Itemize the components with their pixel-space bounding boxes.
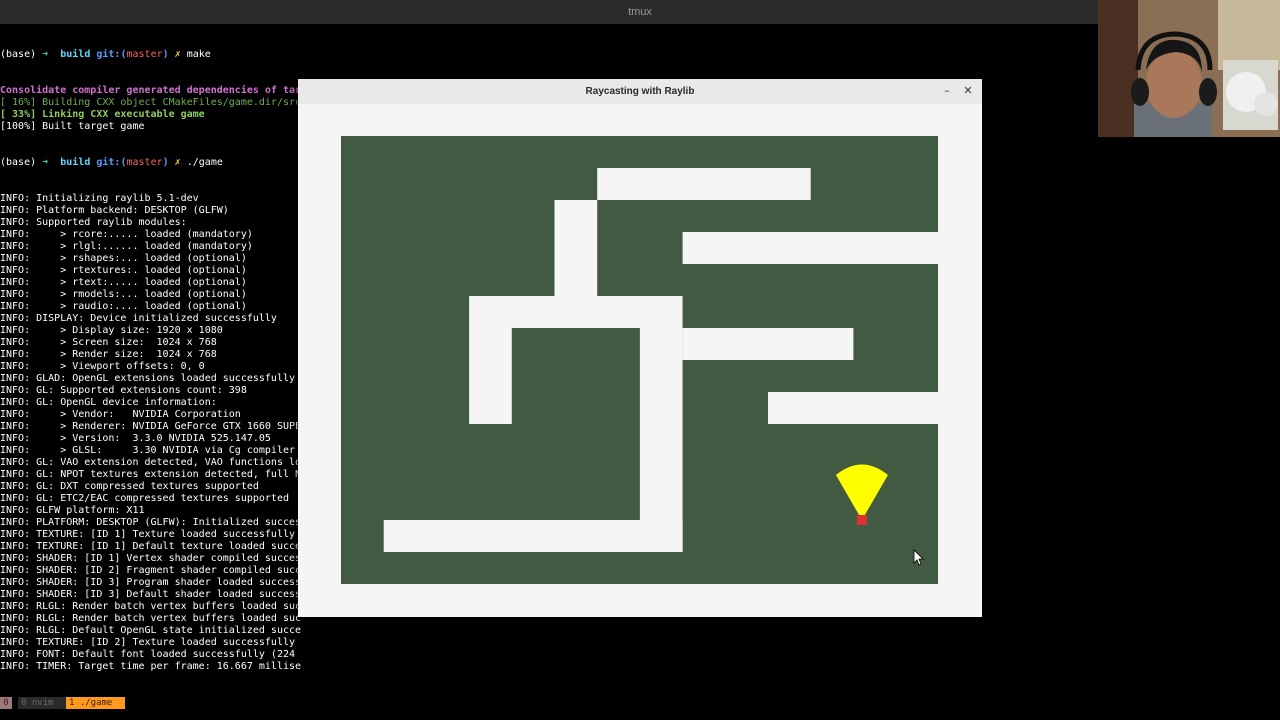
maze-wall <box>554 200 598 296</box>
log-line: INFO: RLGL: Default OpenGL state initial… <box>0 625 302 636</box>
prompt-line-1: (base) ➜ build git:(master) ✗ make <box>0 49 211 60</box>
tmux-window-game[interactable]: 1 ./game <box>66 697 125 709</box>
maze-wall <box>768 392 939 424</box>
log-line: INFO: TEXTURE: [ID 2] Texture loaded suc… <box>0 637 296 648</box>
maze-wall <box>682 232 939 264</box>
tmux-title: tmux <box>628 6 652 18</box>
game-window-titlebar[interactable]: Raycasting with Raylib – ✕ <box>298 79 982 105</box>
tmux-session-label: 0 <box>0 697 12 709</box>
maze-wall <box>469 296 683 328</box>
webcam-image <box>1098 0 1280 137</box>
maze-wall <box>639 328 683 552</box>
game-canvas[interactable] <box>298 104 982 617</box>
raylib-window[interactable]: Raycasting with Raylib – ✕ <box>298 79 982 617</box>
log-line: INFO: TIMER: Target time per frame: 16.6… <box>0 661 302 672</box>
webcam-overlay <box>1098 0 1280 137</box>
minimize-button[interactable]: – <box>938 82 956 100</box>
tmux-title-bar: tmux <box>0 0 1280 24</box>
log-line: INFO: FONT: Default font loaded successf… <box>0 649 296 660</box>
player-marker <box>856 515 867 525</box>
game-window-title: Raycasting with Raylib <box>585 86 695 97</box>
maze-wall <box>383 520 683 552</box>
minimize-icon: – <box>944 84 950 97</box>
tmux-status-bar: 0 0 nvim 1 ./game <box>0 697 1280 709</box>
close-button[interactable]: ✕ <box>959 82 977 100</box>
maze-wall <box>597 168 811 200</box>
tmux-window-nvim[interactable]: 0 nvim <box>18 697 68 709</box>
maze-wall <box>682 328 854 360</box>
close-icon: ✕ <box>963 84 973 97</box>
maze-wall <box>469 328 512 424</box>
maze-view <box>341 136 939 584</box>
